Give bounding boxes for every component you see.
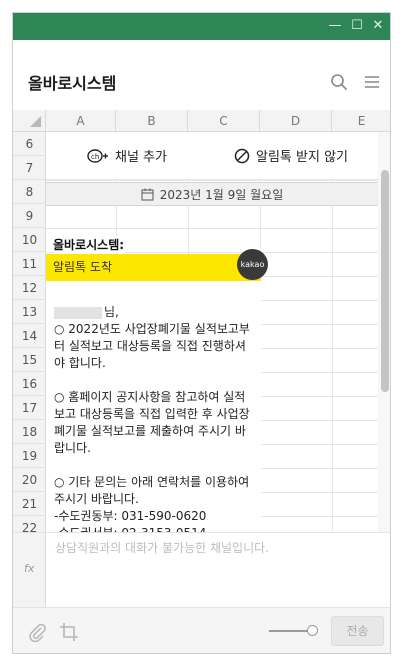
row-header: 20 <box>13 468 46 492</box>
paperclip-icon[interactable] <box>27 622 47 642</box>
row-header: 15 <box>13 348 46 372</box>
column-header: C <box>188 110 260 132</box>
row-header: 6 <box>13 132 46 156</box>
row-header: 9 <box>13 204 46 228</box>
fx-label: fx <box>24 562 35 575</box>
chat-title: 올바로시스템 <box>28 74 117 93</box>
chat-header: 올바로시스템 <box>13 40 390 110</box>
message-text: ○ 2022년도 사업장폐기물 실적보고부터 실적보고 대상등록을 직접 진행하… <box>54 322 250 540</box>
row-header: 7 <box>13 156 46 180</box>
title-bar: — ☐ ✕ <box>13 13 390 40</box>
row-header: 13 <box>13 300 46 324</box>
row-header: 10 <box>13 228 46 252</box>
message-input-area: fx 상담직원과의 대화가 불가능한 채널입니다. <box>13 532 390 608</box>
row-header: 12 <box>13 276 46 300</box>
message-body: 님, ○ 2022년도 사업장폐기물 실적보고부터 실적보고 대상등록을 직접 … <box>54 304 254 542</box>
date-divider: 2023년 1월 9일 월요일 <box>46 182 378 206</box>
block-icon <box>234 148 250 163</box>
row-header: 14 <box>13 324 46 348</box>
column-header: A <box>46 110 116 132</box>
footer-toolbar: 전송 <box>13 607 390 653</box>
row-header: 16 <box>13 372 46 396</box>
row-header: 8 <box>13 180 46 204</box>
chat-window: — ☐ ✕ 올바로시스템 A B C D E 6 7 8 9 10 11 12 … <box>12 12 391 654</box>
grid-line <box>46 228 390 229</box>
row-header-column: 6 7 8 9 10 11 12 13 14 15 16 17 18 19 20… <box>13 132 46 592</box>
grid-line <box>46 180 390 181</box>
select-all-corner[interactable] <box>13 110 46 132</box>
crop-icon[interactable] <box>59 622 79 642</box>
close-button[interactable]: ✕ <box>370 17 386 35</box>
minimize-button[interactable]: — <box>327 17 343 35</box>
sender-name: 올바로시스템: <box>53 236 125 253</box>
channel-plus-icon: ch <box>87 148 108 163</box>
add-channel-button[interactable]: ch 채널 추가 <box>87 146 167 165</box>
menu-icon[interactable] <box>363 73 381 91</box>
kakao-badge: kakao <box>237 249 268 280</box>
message-input[interactable]: 상담직원과의 대화가 불가능한 채널입니다. <box>55 539 269 556</box>
column-header: D <box>260 110 332 132</box>
search-icon[interactable] <box>330 73 348 91</box>
row-header: 18 <box>13 420 46 444</box>
greeting-suffix: 님, <box>104 305 119 319</box>
opacity-slider-knob[interactable] <box>307 625 318 636</box>
channel-actions: ch 채널 추가 알림톡 받지 않기 <box>46 132 378 180</box>
row-header: 17 <box>13 396 46 420</box>
block-alerts-button[interactable]: 알림톡 받지 않기 <box>234 146 348 165</box>
redacted-name <box>54 306 102 319</box>
row-header: 11 <box>13 252 46 276</box>
column-header: B <box>116 110 188 132</box>
calendar-icon <box>141 188 154 200</box>
column-header: E <box>332 110 390 132</box>
send-button[interactable]: 전송 <box>331 616 384 646</box>
row-header: 19 <box>13 444 46 468</box>
row-header: 21 <box>13 492 46 516</box>
date-text: 2023년 1월 9일 월요일 <box>159 187 284 202</box>
block-alerts-label: 알림톡 받지 않기 <box>256 150 348 165</box>
scrollbar-thumb[interactable] <box>381 170 389 392</box>
bubble-title: 알림톡 도착 <box>46 254 261 281</box>
opacity-slider[interactable] <box>269 630 311 632</box>
chat-area: A B C D E 6 7 8 9 10 11 12 13 14 15 16 1… <box>13 110 390 592</box>
svg-text:ch: ch <box>91 153 99 161</box>
add-channel-label: 채널 추가 <box>115 150 167 165</box>
maximize-button[interactable]: ☐ <box>349 17 365 35</box>
